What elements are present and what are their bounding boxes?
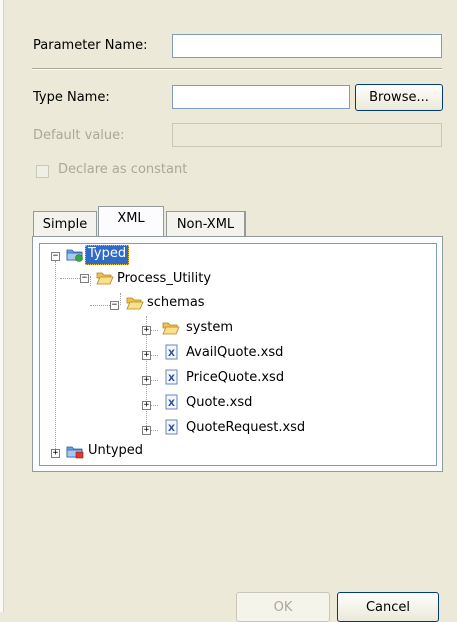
expand-toggle[interactable]: +	[142, 351, 151, 360]
default-value-label: Default value:	[33, 128, 125, 143]
xsd-file-icon: X	[165, 344, 178, 360]
xsd-file-icon: X	[165, 394, 178, 410]
expand-toggle[interactable]: +	[142, 426, 151, 435]
expand-toggle[interactable]: +	[51, 449, 60, 458]
window-left-edge	[0, 0, 4, 612]
tab-simple-label: Simple	[42, 217, 88, 232]
type-name-label: Type Name:	[33, 90, 110, 105]
tree-line	[90, 305, 110, 306]
svg-text:X: X	[168, 374, 175, 384]
tree-node-typed[interactable]: Typed	[85, 245, 130, 265]
tree-node-process-utility[interactable]: Process_Utility	[115, 270, 213, 288]
tree-node-untyped[interactable]: Untyped	[86, 442, 145, 460]
svg-text:X: X	[168, 349, 175, 359]
expand-toggle[interactable]: +	[142, 326, 151, 335]
tree-line	[60, 278, 80, 279]
separator	[32, 68, 442, 70]
svg-text:X: X	[168, 424, 175, 434]
parameter-name-label: Parameter Name:	[33, 38, 148, 53]
untyped-folder-icon	[66, 446, 84, 459]
open-folder-icon	[96, 272, 114, 285]
typed-folder-icon	[66, 249, 83, 262]
ok-button[interactable]: OK	[236, 592, 330, 622]
tree-node-quoterequest[interactable]: QuoteRequest.xsd	[184, 419, 307, 437]
tree-node-system[interactable]: system	[184, 319, 235, 337]
open-folder-icon	[126, 297, 144, 310]
tree-line	[55, 261, 56, 453]
default-value-input	[172, 123, 442, 147]
expand-toggle[interactable]: +	[142, 401, 151, 410]
cancel-button[interactable]: Cancel	[337, 592, 439, 622]
collapse-toggle[interactable]: −	[110, 301, 119, 310]
tab-non-xml[interactable]: Non-XML	[166, 211, 246, 237]
folder-icon	[162, 322, 180, 335]
tree-node-schemas[interactable]: schemas	[145, 294, 207, 312]
tab-non-xml-label: Non-XML	[176, 217, 235, 232]
collapse-toggle[interactable]: −	[80, 274, 89, 283]
tree-line	[90, 276, 91, 286]
xsd-file-icon: X	[165, 419, 178, 435]
tree-node-pricequote[interactable]: PriceQuote.xsd	[184, 369, 286, 387]
type-name-input[interactable]	[172, 85, 350, 109]
expand-toggle[interactable]: +	[142, 376, 151, 385]
tab-xml-label: XML	[117, 211, 145, 226]
browse-button[interactable]: Browse...	[355, 84, 443, 111]
collapse-toggle[interactable]: −	[51, 252, 60, 261]
tree-line	[120, 293, 121, 305]
tab-xml[interactable]: XML	[98, 206, 164, 236]
tab-simple[interactable]: Simple	[33, 211, 97, 237]
parameter-name-input[interactable]	[172, 34, 442, 58]
declare-constant-label: Declare as constant	[58, 162, 188, 177]
declare-constant-checkbox	[36, 165, 49, 178]
svg-text:X: X	[168, 399, 175, 409]
tree-node-availquote[interactable]: AvailQuote.xsd	[184, 344, 285, 362]
tree-node-quote[interactable]: Quote.xsd	[184, 394, 254, 412]
xsd-file-icon: X	[165, 369, 178, 385]
